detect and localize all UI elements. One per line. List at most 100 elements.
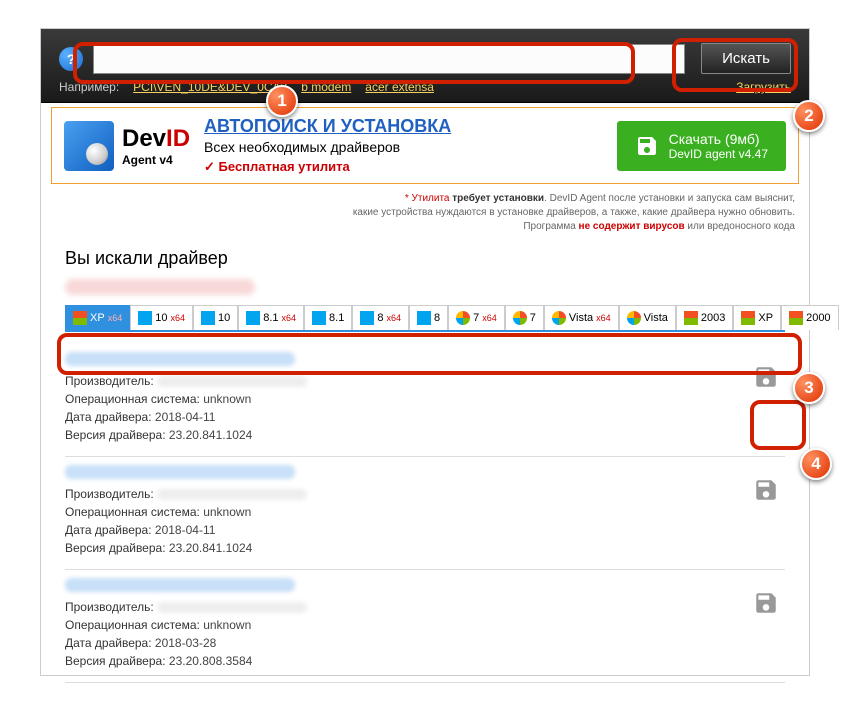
- windows-icon: [138, 311, 152, 325]
- os-tab-arch: x64: [386, 313, 401, 323]
- os-tab-label: 7: [473, 312, 479, 324]
- date-value: 2018-03-28: [155, 636, 216, 650]
- floppy-icon: [753, 477, 779, 503]
- download-version: DevID agent v4.47: [669, 147, 768, 161]
- promo-free-label: Бесплатная утилита: [204, 159, 603, 175]
- help-icon[interactable]: ?: [59, 47, 83, 71]
- os-tab-label: 8.1: [329, 312, 344, 324]
- os-tab-2000[interactable]: 2000: [781, 305, 838, 330]
- windows-icon: [360, 311, 374, 325]
- os-tab-arch: x64: [596, 313, 611, 323]
- os-tab-label: 2000: [806, 312, 830, 324]
- os-tab-10[interactable]: 10: [193, 305, 238, 330]
- os-tab-arch: x64: [482, 313, 497, 323]
- load-link[interactable]: Загрузить: [736, 80, 791, 94]
- search-button[interactable]: Искать: [701, 43, 791, 74]
- search-input[interactable]: [93, 44, 685, 74]
- windows-icon: [513, 311, 527, 325]
- os-tab-arch: x64: [108, 313, 123, 323]
- search-query-blurred: [65, 279, 255, 295]
- os-tab-7x64[interactable]: 7x64: [448, 305, 505, 330]
- os-tab-2003[interactable]: 2003: [676, 305, 733, 330]
- promo-title[interactable]: АВТОПОИСК И УСТАНОВКА: [204, 116, 603, 137]
- os-tab-8[interactable]: 8: [409, 305, 448, 330]
- windows-icon: [552, 311, 566, 325]
- os-tab-81[interactable]: 8.1: [304, 305, 352, 330]
- download-button[interactable]: Скачать (9мб) DevID agent v4.47: [617, 121, 786, 171]
- os-tab-bar: XPx6410x64108.1x648.18x6487x647Vistax64V…: [65, 305, 785, 332]
- windows-icon: [741, 311, 755, 325]
- save-download-button[interactable]: [753, 590, 779, 616]
- windows-icon: [456, 311, 470, 325]
- date-value: 2018-04-11: [155, 410, 216, 424]
- manufacturer-label: Производитель:: [65, 487, 154, 501]
- header-bar: ? Искать Например: PCI\VEN_10DE&DEV_0CA3…: [41, 29, 809, 103]
- os-tab-10x64[interactable]: 10x64: [130, 305, 193, 330]
- version-label: Версия драйвера:: [65, 541, 166, 555]
- callout-4: 4: [800, 448, 832, 480]
- os-tab-XP[interactable]: XP: [733, 305, 781, 330]
- os-tab-81x64[interactable]: 8.1 x64: [238, 305, 304, 330]
- floppy-icon: [753, 590, 779, 616]
- os-tab-label: XP: [90, 312, 105, 324]
- save-download-button[interactable]: [753, 364, 779, 390]
- callout-1: 1: [266, 85, 298, 117]
- os-tab-XPx64[interactable]: XPx64: [65, 305, 130, 330]
- example-link-3[interactable]: acer extensa: [365, 80, 434, 94]
- devid-logo-sub: Agent v4: [122, 153, 190, 167]
- page-title: Вы искали драйвер: [65, 248, 785, 269]
- example-label: Например:: [59, 80, 119, 94]
- os-tab-label: 8.1: [263, 312, 278, 324]
- callout-3: 3: [793, 372, 825, 404]
- date-label: Дата драйвера:: [65, 523, 152, 537]
- version-value: 23.20.808.3584: [169, 654, 252, 668]
- devid-logo-text: DevID: [122, 125, 190, 153]
- date-value: 2018-04-11: [155, 523, 216, 537]
- os-tab-arch: x64: [282, 313, 297, 323]
- os-tab-label: XP: [758, 312, 773, 324]
- windows-icon: [684, 311, 698, 325]
- version-value: 23.20.841.1024: [169, 541, 252, 555]
- floppy-icon: [753, 364, 779, 390]
- os-tab-label: 8: [377, 312, 383, 324]
- os-value: unknown: [203, 392, 251, 406]
- os-tab-label: Vista: [644, 312, 668, 324]
- date-label: Дата драйвера:: [65, 410, 152, 424]
- windows-icon: [627, 311, 641, 325]
- result-title-blurred: [65, 578, 295, 592]
- windows-icon: [789, 311, 803, 325]
- os-tab-label: 10: [218, 312, 230, 324]
- windows-icon: [73, 311, 87, 325]
- result-row: Производитель: Операционная система: unk…: [65, 570, 785, 683]
- manufacturer-value-blurred: [157, 489, 307, 500]
- result-title-blurred: [65, 352, 295, 366]
- os-tab-Vista[interactable]: Vista: [619, 305, 676, 330]
- os-tab-label: 2003: [701, 312, 725, 324]
- os-tab-label: 10: [155, 312, 167, 324]
- windows-icon: [417, 311, 431, 325]
- version-label: Версия драйвера:: [65, 428, 166, 442]
- os-tab-label: Vista: [569, 312, 593, 324]
- os-label: Операционная система:: [65, 618, 200, 632]
- callout-2: 2: [793, 100, 825, 132]
- manufacturer-value-blurred: [157, 376, 307, 387]
- result-title-blurred: [65, 465, 295, 479]
- floppy-icon: [635, 134, 659, 158]
- example-link-1[interactable]: PCI\VEN_10DE&DEV_0CA3: [133, 80, 287, 94]
- os-tab-label: 7: [530, 312, 536, 324]
- windows-icon: [312, 311, 326, 325]
- result-row: Производитель: Операционная система: unk…: [65, 344, 785, 457]
- os-tab-arch: x64: [170, 313, 185, 323]
- os-tab-label: 8: [434, 312, 440, 324]
- windows-icon: [201, 311, 215, 325]
- promo-subtitle: Всех необходимых драйверов: [204, 139, 603, 155]
- save-download-button[interactable]: [753, 477, 779, 503]
- os-tab-Vistax64[interactable]: Vistax64: [544, 305, 619, 330]
- os-tab-8x64[interactable]: 8x64: [352, 305, 409, 330]
- windows-icon: [246, 311, 260, 325]
- promo-banner: DevID Agent v4 АВТОПОИСК И УСТАНОВКА Все…: [51, 107, 799, 184]
- devid-logo-icon: [64, 121, 114, 171]
- example-link-2[interactable]: b modem: [301, 80, 351, 94]
- os-tab-7[interactable]: 7: [505, 305, 544, 330]
- os-value: unknown: [203, 505, 251, 519]
